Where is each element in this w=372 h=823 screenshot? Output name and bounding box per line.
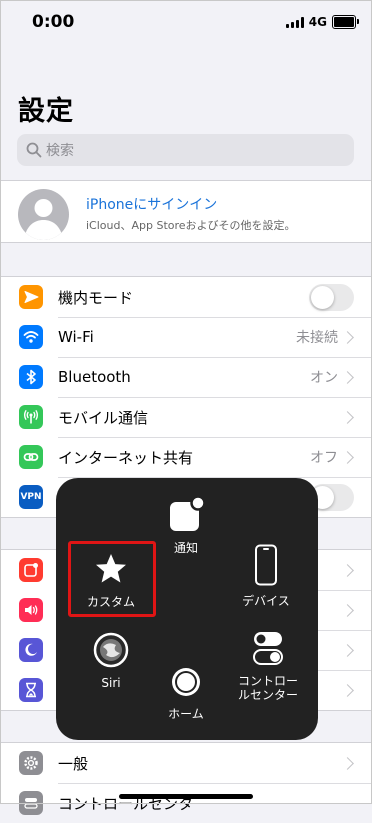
device-phone-icon	[255, 544, 277, 586]
page-title: 設定	[18, 96, 74, 127]
airplane-icon	[19, 285, 43, 309]
chevron-right-icon	[341, 683, 354, 697]
search-field[interactable]: 検索	[17, 134, 354, 166]
airplane-mode-toggle[interactable]	[309, 283, 354, 311]
at-device-button[interactable]: デバイス	[226, 544, 306, 608]
wifi-value: 未接続	[296, 330, 338, 346]
mobile-data-row[interactable]: モバイル通信	[0, 397, 372, 437]
at-home-button[interactable]: ホーム	[156, 666, 216, 721]
bluetooth-label: Bluetooth	[58, 368, 131, 386]
at-control-center-label: コントロールセンター	[237, 674, 298, 702]
home-indicator	[119, 794, 253, 799]
personal-hotspot-value: オフ	[310, 450, 338, 466]
control-center-icon	[19, 791, 43, 815]
battery-icon	[332, 15, 359, 29]
link-icon	[19, 445, 43, 469]
at-home-label: ホーム	[168, 707, 204, 721]
personal-hotspot-label: インターネット共有	[58, 448, 194, 467]
avatar	[18, 189, 69, 240]
antenna-icon	[19, 405, 43, 429]
wifi-label: Wi-Fi	[58, 328, 94, 346]
sign-in-subtitle: iCloud、App Storeおよびその他を設定。	[86, 219, 296, 232]
sign-in-row[interactable]: iPhoneにサインイン iCloud、App Storeおよびその他を設定。	[0, 180, 372, 243]
cellular-signal-icon	[285, 16, 304, 28]
sounds-icon	[19, 598, 43, 622]
status-indicators: 4G	[285, 15, 359, 29]
chevron-right-icon	[341, 563, 354, 577]
notifications-icon	[170, 496, 205, 531]
search-placeholder: 検索	[46, 143, 74, 159]
search-icon	[26, 142, 42, 158]
network-type: 4G	[308, 15, 327, 29]
bluetooth-row[interactable]: Bluetooth オン	[0, 357, 372, 397]
at-siri-label: Siri	[101, 676, 121, 690]
general-row[interactable]: 一般	[0, 743, 372, 783]
notifications-icon	[19, 558, 43, 582]
siri-icon	[93, 632, 129, 668]
control-center-row[interactable]: コントロールセンタ	[0, 783, 372, 823]
sign-in-title: iPhoneにサインイン	[86, 197, 218, 213]
chevron-right-icon	[341, 603, 354, 617]
screen-time-icon	[19, 678, 43, 702]
chevron-right-icon	[341, 370, 354, 384]
at-control-center-button[interactable]: コントロールセンター	[222, 630, 314, 702]
personal-hotspot-row[interactable]: インターネット共有 オフ	[0, 437, 372, 477]
wifi-row[interactable]: Wi-Fi 未接続	[0, 317, 372, 357]
bluetooth-value: オン	[310, 370, 338, 386]
chevron-right-icon	[341, 756, 354, 770]
focus-moon-icon	[19, 638, 43, 662]
at-notifications-label: 通知	[173, 541, 198, 555]
wifi-icon	[19, 325, 43, 349]
vpn-icon: VPN	[19, 485, 43, 509]
gear-icon	[19, 751, 43, 775]
chevron-right-icon	[341, 330, 354, 344]
airplane-mode-label: 機内モード	[58, 288, 134, 307]
general-label: 一般	[58, 754, 89, 773]
status-bar: 0:00 4G	[0, 0, 372, 44]
status-time: 0:00	[32, 12, 75, 32]
mobile-data-label: モバイル通信	[58, 408, 149, 427]
chevron-right-icon	[341, 450, 354, 464]
chevron-right-icon	[341, 410, 354, 424]
control-center-icon	[253, 632, 283, 665]
airplane-mode-row[interactable]: 機内モード	[0, 277, 372, 317]
bluetooth-icon	[19, 365, 43, 389]
at-notifications-button[interactable]: 通知	[156, 496, 216, 555]
home-button-icon	[172, 668, 200, 696]
at-device-label: デバイス	[242, 594, 290, 608]
at-siri-button[interactable]: Siri	[81, 632, 141, 690]
chevron-right-icon	[341, 643, 354, 657]
custom-highlight-box	[68, 541, 156, 617]
